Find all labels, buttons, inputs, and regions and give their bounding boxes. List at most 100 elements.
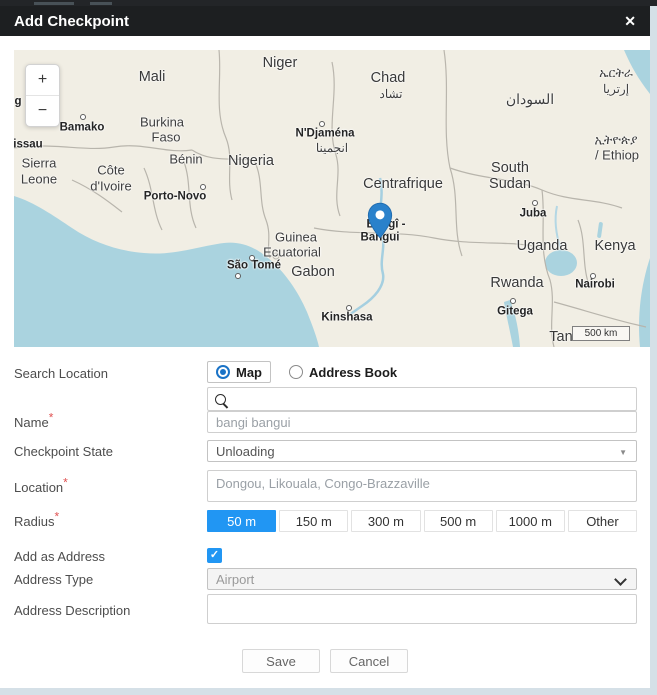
map-town-dot [249,255,255,261]
search-input[interactable] [207,387,637,411]
add-as-address-checkbox[interactable]: ✓ [207,548,222,563]
map-label: Leone [21,173,57,186]
checkpoint-state-label: Checkpoint State [14,440,207,462]
radius-option-150m[interactable]: 150 m [279,510,348,532]
search-location-row: Search Location Map Address Book [14,362,637,411]
map-label: Sierra [22,157,57,170]
location-label: Location* [14,470,207,502]
map-town-dot [80,114,86,120]
map-label: Mali [139,70,166,85]
map-label: São Tomé [227,260,281,272]
save-button[interactable]: Save [242,649,320,673]
address-type-select[interactable]: Airport [207,568,637,590]
map-label: Kenya [594,239,635,254]
location-field[interactable]: Dongou, Likouala, Congo-Brazzaville [207,470,637,502]
radio-address-book[interactable]: Address Book [289,365,397,380]
name-field[interactable]: bangi bangui [207,411,637,433]
map-town-dot [319,121,325,127]
map-scale-bar: 500 km [572,326,630,341]
map-label: Burkina [140,116,184,129]
address-description-label: Address Description [14,594,207,624]
map-town-dot [346,305,352,311]
map-label: ኤርትራ [599,67,633,80]
close-icon[interactable]: ✕ [624,6,636,36]
search-location-radio-group: Map Address Book [207,362,637,382]
map-label: Nairobi [575,279,615,291]
map-label: d'Ivoire [90,180,132,193]
checkpoint-state-row: Checkpoint State Unloading ▼ [14,440,637,462]
map-label: South [491,161,529,176]
map-label: Porto-Novo [144,191,207,203]
map-label: تشاد [379,88,402,100]
caret-down-icon: ▼ [619,448,627,457]
radio-map[interactable]: Map [207,361,271,383]
radius-option-300m[interactable]: 300 m [351,510,420,532]
chevron-down-icon [614,573,627,586]
map-label: N'Djaména [296,128,355,140]
map-pin-icon[interactable] [367,200,393,241]
map-label: السودان [506,92,554,106]
radius-option-other[interactable]: Other [568,510,637,532]
map-label: Faso [152,131,181,144]
checkpoint-state-select[interactable]: Unloading ▼ [207,440,637,462]
address-type-value: Airport [216,572,254,587]
required-asterisk: * [63,476,68,490]
add-as-address-row: Add as Address ✓ [14,548,637,564]
background-artifact [34,2,74,5]
map-label: Bénin [169,153,202,166]
location-field-value: Dongou, Likouala, Congo-Brazzaville [216,476,430,491]
cancel-button[interactable]: Cancel [330,649,408,673]
map-label: Niger [263,56,298,71]
zoom-out-button[interactable]: − [26,96,59,126]
map-label: Centrafrique [363,177,443,192]
address-type-row: Address Type Airport [14,568,637,590]
map-zoom-control: + − [25,64,60,127]
map-town-dot [590,273,596,279]
required-asterisk: * [54,510,59,524]
dialog-title: Add Checkpoint [0,13,129,30]
map-town-dot [510,298,516,304]
map-label: Rwanda [490,276,543,291]
map-label: Juba [520,208,547,220]
map-label: Chad [371,71,406,86]
radius-label: Radius* [14,510,207,532]
address-description-row: Address Description [14,594,637,624]
map-label: g [14,96,21,108]
map-town-dot [200,184,206,190]
radius-option-50m[interactable]: 50 m [207,510,276,532]
map-label: إرتريا [603,83,629,95]
map-town-dot [235,273,241,279]
map-base-layer [14,50,650,347]
map-label: Guinea [275,231,317,244]
map-label: Uganda [517,239,568,254]
radio-unselected-icon [289,365,303,379]
name-field-value: bangi bangui [216,415,290,430]
name-label: Name* [14,411,207,433]
address-type-label: Address Type [14,568,207,590]
address-description-field[interactable] [207,594,637,624]
dialog-footer: Save Cancel [0,649,650,673]
map-label: issau [14,139,43,151]
map-label: Bamako [60,122,105,134]
map-label: Gabon [291,265,335,280]
search-location-label: Search Location [14,362,207,411]
radius-option-1000m[interactable]: 1000 m [496,510,565,532]
map-label: / Ethiop [595,149,639,162]
map-label: Tan [549,330,572,345]
radius-row: Radius* 50 m 150 m 300 m 500 m 1000 m Ot… [14,510,637,532]
map-label: Sudan [489,177,531,192]
check-icon: ✓ [210,550,219,561]
map[interactable]: Niger Mali Chad تشاد السودان ኤርትራ إرتريا Burkin… [14,50,650,347]
required-asterisk: * [49,411,54,425]
background-artifact [90,2,112,5]
name-row: Name* bangi bangui [14,411,637,433]
map-label: Nigeria [228,154,274,169]
map-label: Ecuatorial [263,246,321,259]
map-label: انجمينا [316,142,348,154]
add-as-address-label: Add as Address [14,548,207,564]
zoom-in-button[interactable]: + [26,65,59,95]
add-checkpoint-dialog: Add Checkpoint ✕ [0,6,650,688]
location-row: Location* Dongou, Likouala, Congo-Brazza… [14,470,637,502]
radius-option-500m[interactable]: 500 m [424,510,493,532]
search-icon [215,394,226,405]
